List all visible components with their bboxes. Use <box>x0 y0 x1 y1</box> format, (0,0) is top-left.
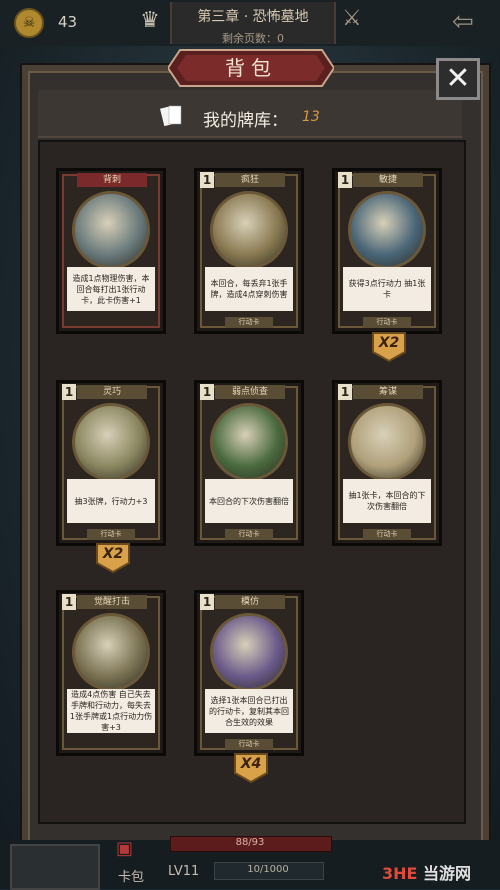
card-cost: 1 <box>200 384 214 400</box>
card-4[interactable]: 1 灵巧抽3张牌，行动力+3 行动卡 <box>56 380 166 546</box>
card-5[interactable]: 1 弱点侦查本回合的下次伤害翻倍行动卡 <box>194 380 304 546</box>
hp-text: 88/93 <box>235 837 265 848</box>
card-type: 行动卡 <box>225 739 273 750</box>
card-name: 觉醒打击 <box>77 595 147 609</box>
card-art <box>210 613 288 691</box>
top-bar: ☠ 43 ♛ 第三章 · 恐怖墓地 剩余页数：0 ⚔ ⇦ <box>0 0 500 46</box>
card-name: 模仿 <box>215 595 285 609</box>
card-cost: 1 <box>200 172 214 188</box>
card-3[interactable]: 1 敏捷获得3点行动力 抽1张卡行动卡 <box>332 168 442 334</box>
card-type: 行动卡 <box>87 529 135 540</box>
card-cost: 1 <box>338 172 352 188</box>
card-cost: 1 <box>338 384 352 400</box>
card-7[interactable]: 1 觉醒打击造成4点伤害 自己失去手牌和行动力，每失去1张手牌或1点行动力伤害+3 <box>56 590 166 756</box>
card-cost: 1 <box>62 384 76 400</box>
card-2[interactable]: 1 疯狂本回合，每丢弃1张手牌，造成4点穿刺伤害行动卡 <box>194 168 304 334</box>
coin-count: 43 <box>58 13 78 31</box>
card-description: 抽1张卡，本回合的下次伤害翻倍 <box>343 479 431 523</box>
card-6[interactable]: 1 筹谋抽1张卡，本回合的下次伤害翻倍行动卡 <box>332 380 442 546</box>
card-art <box>72 613 150 691</box>
card-type: 行动卡 <box>225 317 273 328</box>
card-art <box>210 403 288 481</box>
back-arrow-icon[interactable]: ⇦ <box>452 8 486 36</box>
title-banner: 背包 <box>168 48 334 88</box>
watermark-logo: 3HE 当游网 <box>382 864 472 883</box>
card-name: 疯狂 <box>215 173 285 187</box>
bag-label[interactable]: 卡包 <box>118 866 144 885</box>
multiplier-text: X4 <box>240 756 262 772</box>
card-art <box>210 191 288 269</box>
card-multiplier-badge: X4 <box>234 753 268 783</box>
multiplier-text: X2 <box>378 335 400 351</box>
card-8[interactable]: 1 模仿选择1张本回合已打出的行动卡，复制其本回合生效的效果行动卡 <box>194 590 304 756</box>
sword-icon[interactable]: ⚔ <box>342 6 370 36</box>
card-description: 造成4点伤害 自己失去手牌和行动力，每失去1张手牌或1点行动力伤害+3 <box>67 689 155 733</box>
chapter-header: 第三章 · 恐怖墓地 剩余页数：0 <box>170 2 336 45</box>
card-description: 造成1点物理伤害，本回合每打出1张行动卡，此卡伤害+1 <box>67 267 155 311</box>
chapter-title: 第三章 · 恐怖墓地 <box>197 9 309 25</box>
card-description: 选择1张本回合已打出的行动卡，复制其本回合生效的效果 <box>205 689 293 733</box>
card-art <box>348 403 426 481</box>
card-name: 敏捷 <box>353 173 423 187</box>
card-name: 筹谋 <box>353 385 423 399</box>
card-name: 背刺 <box>77 173 147 187</box>
deck-label: 我的牌库： <box>203 111 288 131</box>
level-text: LV11 <box>168 864 200 879</box>
card-type: 行动卡 <box>225 529 273 540</box>
skull-coin-icon: ☠ <box>14 8 44 38</box>
card-cost: 1 <box>200 594 214 610</box>
card-bag-icon[interactable]: ▣ <box>116 838 146 866</box>
xp-text: 10/1000 <box>247 864 289 875</box>
pages-remaining: 剩余页数：0 <box>222 32 284 45</box>
card-art <box>348 191 426 269</box>
card-type: 行动卡 <box>363 317 411 328</box>
multiplier-text: X2 <box>102 546 124 562</box>
close-button[interactable]: ✕ <box>436 58 480 100</box>
card-description: 本回合，每丢弃1张手牌，造成4点穿刺伤害 <box>205 267 293 311</box>
card-1[interactable]: 背刺造成1点物理伤害，本回合每打出1张行动卡，此卡伤害+1 <box>56 168 166 334</box>
card-art <box>72 191 150 269</box>
deck-count: 13 <box>302 109 320 125</box>
card-type: 行动卡 <box>363 529 411 540</box>
card-art <box>72 403 150 481</box>
card-multiplier-badge: X2 <box>96 543 130 573</box>
card-name: 灵巧 <box>77 385 147 399</box>
card-multiplier-badge: X2 <box>372 332 406 362</box>
card-cost: 1 <box>62 594 76 610</box>
card-name: 弱点侦查 <box>215 385 285 399</box>
card-description: 获得3点行动力 抽1张卡 <box>343 267 431 311</box>
bottom-left-slot[interactable] <box>10 844 100 890</box>
card-description: 本回合的下次伤害翻倍 <box>205 479 293 523</box>
cards-icon <box>160 105 182 127</box>
panel-title: 背包 <box>225 56 277 80</box>
card-description: 抽3张牌，行动力+3 <box>67 479 155 523</box>
crown-icon[interactable]: ♛ <box>133 8 167 34</box>
